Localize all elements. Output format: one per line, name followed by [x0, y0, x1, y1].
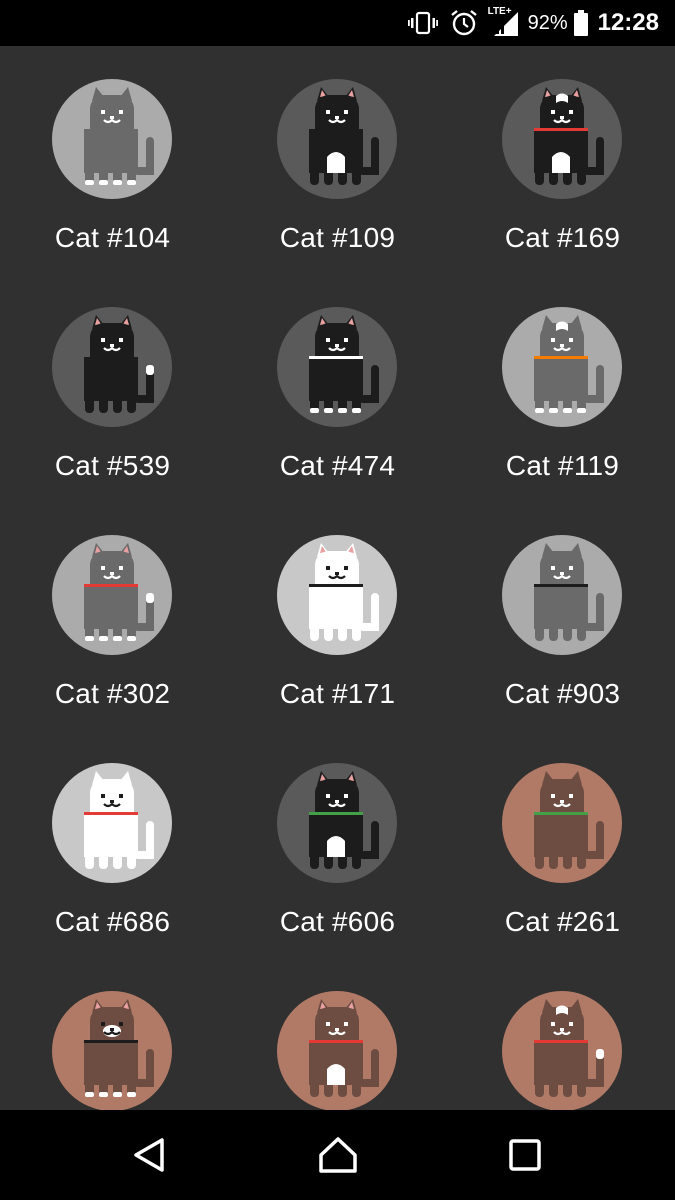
cat-name-label: Cat #302 — [54, 678, 171, 709]
home-icon — [319, 1137, 357, 1173]
cat-item[interactable]: Cat #109 — [225, 46, 450, 274]
back-button[interactable] — [120, 1132, 180, 1178]
cat-icon — [52, 79, 172, 199]
cat-name-label: Cat #539 — [54, 450, 171, 481]
cat-item[interactable] — [225, 958, 450, 1110]
cat-item[interactable]: Cat #539 — [0, 274, 225, 502]
cat-name-label: Cat #171 — [279, 678, 396, 709]
cat-icon — [277, 535, 397, 655]
battery-icon — [573, 10, 588, 36]
cat-icon — [277, 307, 397, 427]
recents-icon — [509, 1139, 541, 1171]
cat-item[interactable]: Cat #169 — [450, 46, 675, 274]
cat-icon — [277, 991, 397, 1110]
cat-icon — [502, 535, 622, 655]
cat-name-label: Cat #474 — [279, 450, 396, 481]
cat-icon — [277, 79, 397, 199]
clock: 12:28 — [597, 9, 659, 36]
cat-name-label: Cat #686 — [54, 906, 171, 937]
signal-icon: LTE+ — [488, 6, 520, 36]
cat-item[interactable]: Cat #903 — [450, 502, 675, 730]
cat-icon — [52, 307, 172, 427]
cat-name-label: Cat #169 — [504, 222, 621, 253]
alarm-icon — [450, 9, 478, 37]
vibrate-icon — [407, 11, 438, 35]
cat-icon — [502, 307, 622, 427]
network-label: LTE+ — [487, 6, 512, 17]
cat-name-label: Cat #606 — [279, 906, 396, 937]
cat-item[interactable]: Cat #606 — [225, 730, 450, 958]
home-button[interactable] — [308, 1132, 368, 1178]
cat-item[interactable]: Cat #474 — [225, 274, 450, 502]
cat-icon — [52, 535, 172, 655]
battery-percent: 92% — [527, 11, 568, 34]
status-bar: LTE+ 92% 12:28 — [0, 0, 675, 46]
cat-item[interactable]: Cat #261 — [450, 730, 675, 958]
cat-item[interactable]: Cat #302 — [0, 502, 225, 730]
cat-icon — [52, 763, 172, 883]
cat-icon — [52, 991, 172, 1110]
cat-item[interactable]: Cat #171 — [225, 502, 450, 730]
cat-name-label: Cat #903 — [504, 678, 621, 709]
cat-name-label: Cat #261 — [504, 906, 621, 937]
cat-grid: Cat #104 Cat #109 Cat #169 Cat #539 Cat #474… — [0, 46, 675, 1110]
cat-item[interactable] — [450, 958, 675, 1110]
cat-icon — [502, 763, 622, 883]
cat-name-label: Cat #104 — [54, 222, 171, 253]
cat-icon — [502, 991, 622, 1110]
cat-item[interactable]: Cat #104 — [0, 46, 225, 274]
cat-icon — [277, 763, 397, 883]
cat-icon — [502, 79, 622, 199]
cat-name-label: Cat #109 — [279, 222, 396, 253]
recents-button[interactable] — [495, 1132, 555, 1178]
cat-item[interactable]: Cat #119 — [450, 274, 675, 502]
navigation-bar — [0, 1110, 675, 1200]
cat-name-label: Cat #119 — [505, 450, 620, 481]
cat-item[interactable] — [0, 958, 225, 1110]
back-icon — [134, 1138, 164, 1172]
cat-item[interactable]: Cat #686 — [0, 730, 225, 958]
